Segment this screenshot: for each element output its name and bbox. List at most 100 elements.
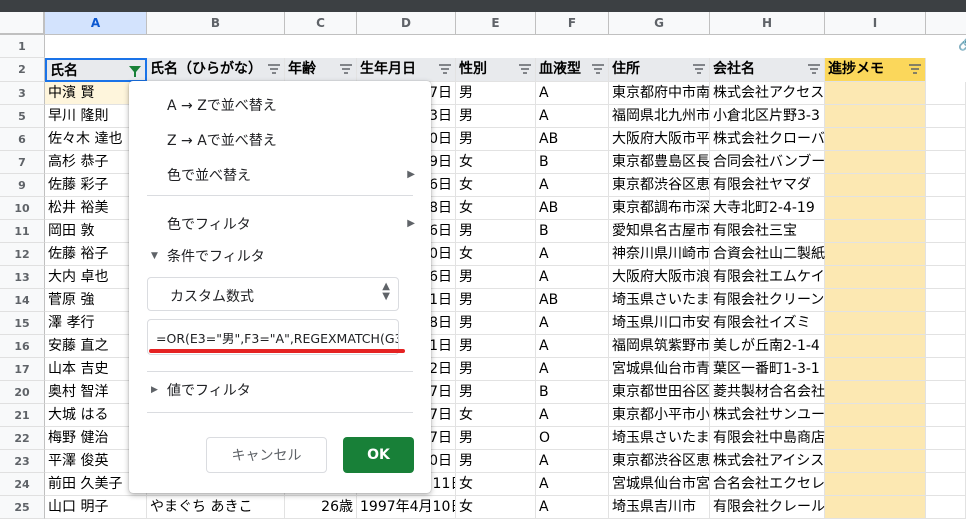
cell-memo[interactable] [825,427,926,450]
cell-extra[interactable] [926,197,966,220]
cell-blood[interactable]: A [536,174,609,197]
cell-gender[interactable]: 女 [456,473,536,496]
filter-icon[interactable] [519,63,531,75]
cell-gender[interactable]: 女 [456,404,536,427]
collapsed-caret-icon[interactable]: ▶ [151,385,158,395]
cell-name[interactable]: 山口 明子 [45,496,147,519]
cell-blood[interactable]: AB [536,128,609,151]
cell-extra[interactable] [926,266,966,289]
cell-gender[interactable]: 男 [456,450,536,473]
cell-addr[interactable]: 福岡県北九州市 [609,105,710,128]
cell-memo[interactable] [825,105,926,128]
cell-extra[interactable] [926,312,966,335]
cell-blood[interactable]: A [536,404,609,427]
cell-blood[interactable]: A [536,473,609,496]
menu-sort-by-color[interactable]: 色で並べ替え [167,165,412,185]
row-header-1[interactable]: 1 [0,35,45,58]
menu-sort-za[interactable]: Z → Aで並べ替え [167,130,277,150]
cell-memo[interactable] [825,243,926,266]
column-header-a[interactable]: A [45,12,147,35]
menu-filter-by-value[interactable]: 値でフィルタ [167,380,251,400]
cell-blood[interactable]: A [536,312,609,335]
header-cell-age[interactable]: 年齢 [285,58,357,82]
cell-kana[interactable]: やまぐち あきこ [147,496,285,519]
cell-addr[interactable]: 東京都渋谷区恵 [609,174,710,197]
expanded-caret-icon[interactable]: ▼ [151,251,158,261]
cell-company[interactable]: 合資会社山二製紙所 [710,243,839,266]
cell-gender[interactable]: 男 [456,312,536,335]
filter-icon[interactable] [340,63,352,75]
row-header-2[interactable]: 2 [0,58,45,82]
cell-blood[interactable]: B [536,151,609,174]
cell-blood[interactable]: AB [536,197,609,220]
cell-memo[interactable] [825,358,926,381]
row-header[interactable]: 7 [0,151,45,174]
cell-memo[interactable] [825,151,926,174]
cell-extra[interactable] [926,427,966,450]
column-header-f[interactable]: F [536,12,609,35]
cell-memo[interactable] [825,381,926,404]
cell-blood[interactable]: AB [536,289,609,312]
cell-memo[interactable] [825,82,926,105]
cell-extra[interactable] [926,289,966,312]
cell-company[interactable]: 株式会社クローバー [710,128,839,151]
cell-memo[interactable] [825,312,926,335]
row-header[interactable]: 20 [0,381,45,404]
cell-company[interactable]: 合名会社エクセレントサービス [710,473,909,496]
cell-age[interactable]: 26歳 [285,496,357,519]
cell-addr[interactable]: 東京都調布市深 [609,197,710,220]
cell-blood[interactable]: A [536,243,609,266]
cell-addr[interactable]: 宮城県仙台市青 [609,358,710,381]
filter-icon[interactable] [439,63,451,75]
row-header[interactable]: 22 [0,427,45,450]
cell-company[interactable]: 有限会社ヤマダ [710,174,825,197]
cell-extra[interactable] [926,82,966,105]
cell-blood[interactable]: A [536,105,609,128]
cell-blood[interactable]: A [536,496,609,519]
row-header[interactable]: 5 [0,105,45,128]
cell-gender[interactable]: 男 [456,105,536,128]
cell-gender[interactable]: 男 [456,220,536,243]
cell-blood[interactable]: A [536,82,609,105]
cell-addr[interactable]: 宮城県仙台市宮 [609,473,710,496]
cell-gender[interactable]: 女 [456,151,536,174]
row-header[interactable]: 11 [0,220,45,243]
cell-gender[interactable]: 男 [456,335,536,358]
cell-company[interactable]: 菱共製材合名会社 [710,381,825,404]
row-header[interactable]: 15 [0,312,45,335]
cell-gender[interactable]: 男 [456,266,536,289]
cell-extra[interactable] [926,151,966,174]
row-header[interactable]: 10 [0,197,45,220]
cell-company[interactable]: 株式会社サンユー [710,404,825,427]
header-cell-company[interactable]: 会社名 [710,58,825,82]
row-header[interactable]: 25 [0,496,45,519]
cell-memo[interactable] [825,174,926,197]
condition-type-select[interactable]: カスタム数式 ▲ ▼ [147,277,399,311]
cell-extra[interactable] [926,220,966,243]
cell-blood[interactable]: A [536,450,609,473]
cell-extra[interactable] [926,496,966,519]
cell-addr[interactable]: 埼玉県吉川市 [609,496,710,519]
cell-extra[interactable] [926,128,966,151]
column-header-e[interactable]: E [456,12,536,35]
row-header[interactable]: 9 [0,174,45,197]
cell-addr[interactable]: 埼玉県川口市安 [609,312,710,335]
cell-addr[interactable]: 愛知県名古屋市 [609,220,710,243]
filter-icon[interactable] [909,63,921,75]
row-header[interactable]: 6 [0,128,45,151]
cell-extra[interactable] [926,473,966,496]
cell-memo[interactable] [825,197,926,220]
cell-extra[interactable] [926,335,966,358]
cell-company[interactable]: 小倉北区片野3-3 [710,105,825,128]
cell-addr[interactable]: 神奈川県川崎市 [609,243,710,266]
cell-addr[interactable]: 東京都渋谷区恵 [609,450,710,473]
filter-icon[interactable] [268,63,280,75]
cell-gender[interactable]: 女 [456,174,536,197]
row-header[interactable]: 16 [0,335,45,358]
filter-icon[interactable] [592,63,604,75]
cell-gender[interactable]: 男 [456,289,536,312]
row1-link-glyph[interactable]: 🔗 [958,37,966,52]
cell-memo[interactable] [825,220,926,243]
row-header[interactable]: 3 [0,82,45,105]
cell-company[interactable]: 有限会社イズミ [710,312,825,335]
